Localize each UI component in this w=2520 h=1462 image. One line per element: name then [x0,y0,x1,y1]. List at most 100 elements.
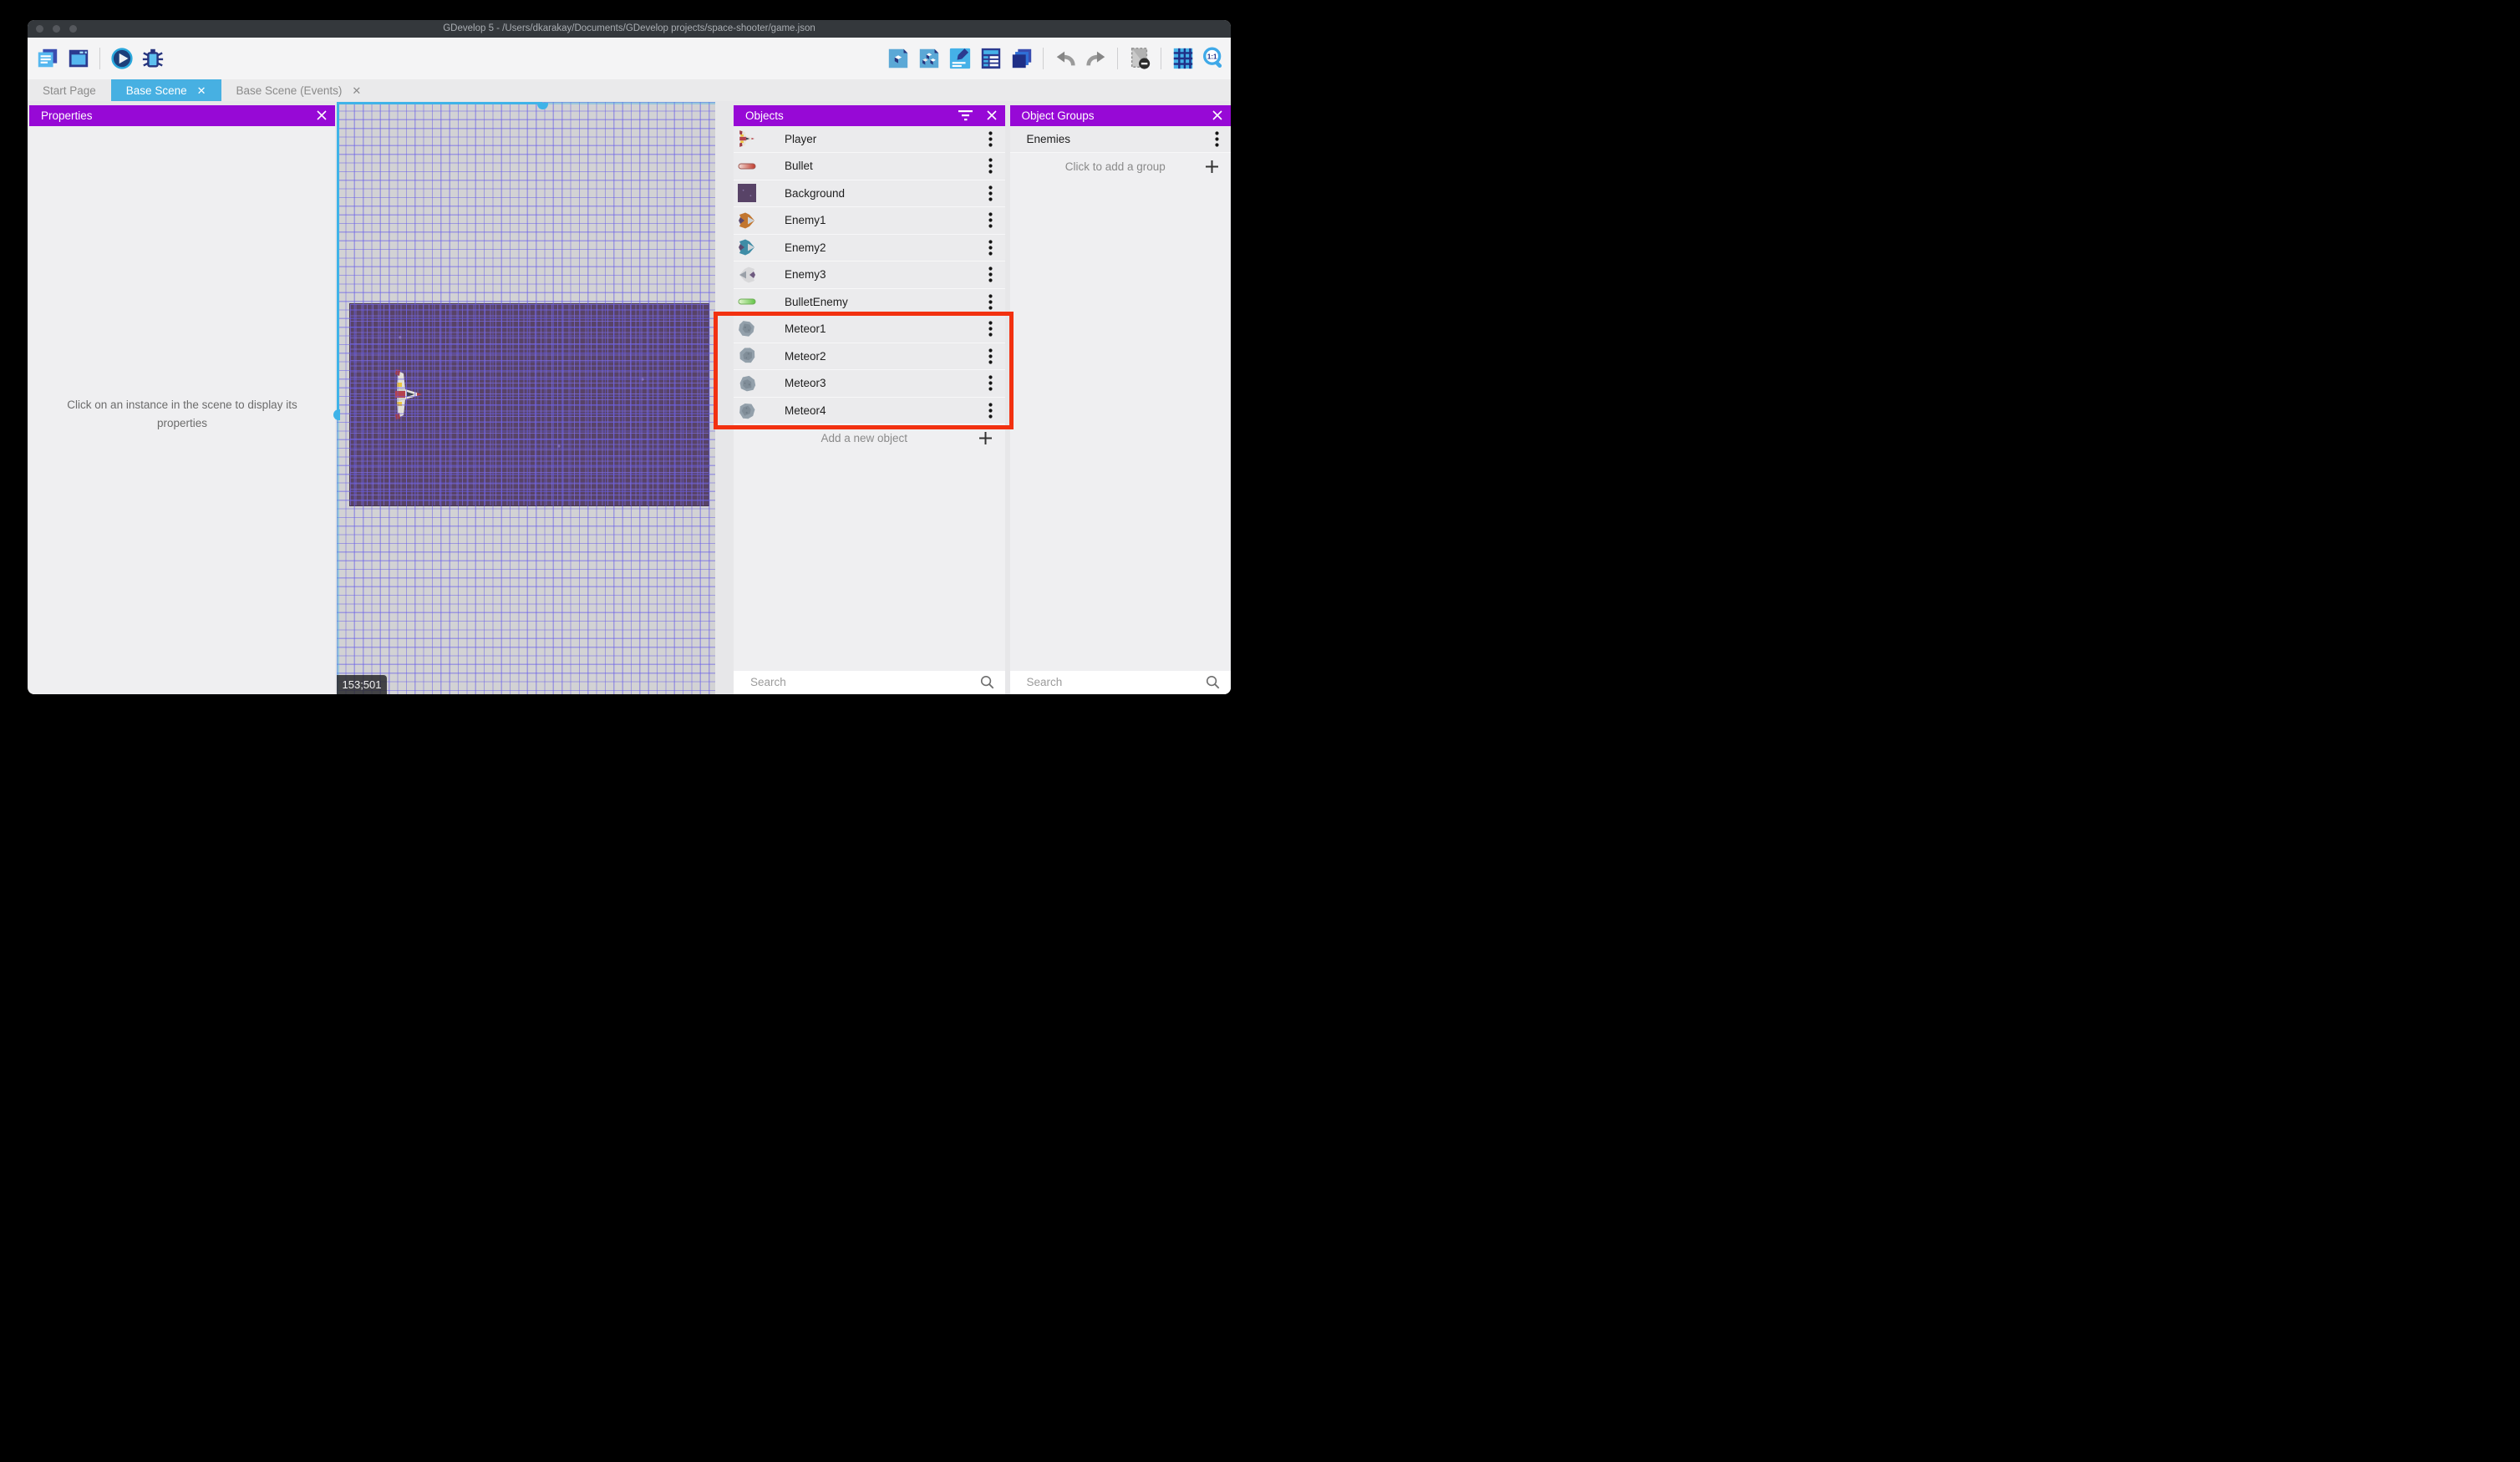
properties-panel-title: Properties [41,109,93,122]
close-icon[interactable] [986,110,997,120]
plus-icon[interactable] [973,431,998,445]
bullet-icon [738,157,756,175]
meteor1-icon [738,320,756,338]
zoom-1-1-icon[interactable]: 1:1 [1202,47,1226,71]
object-name: Enemy3 [785,268,826,282]
grid-icon[interactable] [1171,47,1195,71]
layers-icon[interactable] [1009,47,1034,71]
object-name: Meteor3 [785,377,826,390]
plus-icon[interactable] [1199,160,1224,174]
object-groups-panel: Object Groups Enemies Click to add a grou… [1009,104,1231,694]
objects-panel-title: Objects [745,109,784,122]
selection-handle-top[interactable] [537,102,548,109]
add-group-button[interactable]: Click to add a group [1009,153,1231,180]
kebab-menu-icon[interactable] [978,158,1003,174]
kebab-menu-icon[interactable] [978,212,1003,228]
add-new-object-label: Add a new object [821,431,908,444]
object-row-bullet[interactable]: Bullet [734,153,1005,180]
mask-icon[interactable] [1127,47,1151,71]
kebab-menu-icon[interactable] [978,321,1003,337]
kebab-menu-icon[interactable] [978,185,1003,201]
objects-search-input[interactable] [749,675,979,690]
project-manager-icon[interactable] [35,47,59,71]
group-row-enemies[interactable]: Enemies [1009,125,1231,153]
toolbar-right-group: 1:1 [886,38,1226,79]
selection-top-edge-faded [542,101,715,104]
kebab-menu-icon[interactable] [978,267,1003,282]
enemy1-icon [738,211,756,230]
title-bar[interactable]: GDevelop 5 - /Users/dkarakay/Documents/G… [28,20,1231,38]
background-icon [738,184,756,203]
object-name: Meteor2 [785,349,826,363]
object-row-meteor2[interactable]: Meteor2 [734,343,1005,370]
toolbar-divider [1117,48,1118,69]
window-title: GDevelop 5 - /Users/dkarakay/Documents/G… [443,23,815,33]
screenshot-stage: GDevelop 5 - /Users/dkarakay/Documents/G… [0,0,1260,731]
debug-icon[interactable] [140,47,165,71]
gdevelop-window: GDevelop 5 - /Users/dkarakay/Documents/G… [28,20,1231,694]
kebab-menu-icon[interactable] [978,131,1003,147]
object-groups-editor-icon[interactable] [917,47,941,71]
undo-icon[interactable] [1053,47,1077,71]
add-new-object-button[interactable]: Add a new object [734,424,1005,452]
tab-label: Base Scene (Events) [236,84,343,97]
object-name: Meteor4 [785,404,826,417]
groups-search-bar [1009,670,1231,694]
kebab-menu-icon[interactable] [978,294,1003,310]
close-icon[interactable] [317,110,327,120]
search-icon[interactable] [1205,674,1221,690]
object-name: Background [785,186,846,200]
bullet-enemy-icon [738,292,756,311]
object-groups-panel-title: Object Groups [1021,109,1095,122]
selection-left-edge [337,101,339,414]
object-row-meteor1[interactable]: Meteor1 [734,316,1005,343]
objects-editor-icon[interactable] [886,47,910,71]
object-row-meteor3[interactable]: Meteor3 [734,370,1005,398]
selection-left-edge-faded [337,414,339,694]
filter-icon[interactable] [958,109,973,121]
toolbar-left-group [35,38,165,79]
kebab-menu-icon[interactable] [978,348,1003,364]
preview-window-icon[interactable] [66,47,90,71]
kebab-menu-icon[interactable] [978,403,1003,419]
close-tab-icon[interactable]: ✕ [197,85,206,96]
svg-text:1:1: 1:1 [1207,53,1217,60]
close-icon[interactable] [1212,110,1222,120]
close-tab-icon[interactable]: ✕ [352,85,361,96]
tab-label: Start Page [43,84,96,97]
scene-properties-icon[interactable] [948,47,972,71]
object-row-enemy2[interactable]: Enemy2 [734,234,1005,261]
play-icon[interactable] [109,47,134,71]
editor-tab-bar: Start Page Base Scene ✕ Base Scene (Events)… [28,79,1231,101]
tab-base-scene-events-[interactable]: Base Scene (Events) ✕ [221,79,377,101]
meteor3-icon [738,374,756,393]
object-row-enemy1[interactable]: Enemy1 [734,207,1005,235]
object-groups-panel-header: Object Groups [1009,104,1231,126]
object-row-enemy3[interactable]: Enemy3 [734,261,1005,289]
object-row-bulletenemy[interactable]: BulletEnemy [734,288,1005,316]
selection-handle-left[interactable] [333,409,340,420]
toolbar-divider [1043,48,1044,69]
groups-search-input[interactable] [1024,675,1205,690]
scene-editor-canvas[interactable]: 153;501 [333,101,715,694]
objects-panel-header: Objects [734,104,1005,126]
properties-panel: Properties Click on an instance in the s… [29,104,335,694]
object-row-background[interactable]: Background [734,180,1005,207]
object-row-player[interactable]: Player [734,125,1005,153]
enemy3-icon [738,266,756,284]
object-name: BulletEnemy [785,295,848,308]
kebab-menu-icon[interactable] [1204,131,1229,147]
tab-base-scene[interactable]: Base Scene ✕ [110,79,221,101]
player-icon [738,129,756,148]
kebab-menu-icon[interactable] [978,375,1003,391]
group-name: Enemies [1026,132,1071,145]
redo-icon[interactable] [1084,47,1108,71]
object-row-meteor4[interactable]: Meteor4 [734,397,1005,424]
toolbar-divider [99,48,100,69]
tab-start-page[interactable]: Start Page [28,79,111,101]
search-icon[interactable] [979,674,995,690]
kebab-menu-icon[interactable] [978,240,1003,256]
player-ship-instance[interactable] [392,368,422,419]
properties-empty-message: Click on an instance in the scene to dis… [67,398,297,429]
instances-list-icon[interactable] [978,47,1003,71]
